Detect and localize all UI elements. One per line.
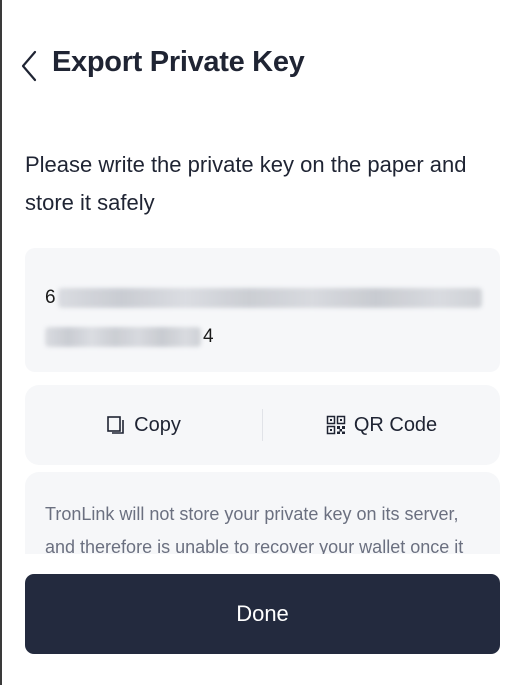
- copy-button[interactable]: Copy: [25, 385, 262, 465]
- private-key-end-char: 4: [203, 326, 214, 347]
- private-key-line-2: 4: [45, 322, 214, 352]
- window-edge: [0, 0, 2, 685]
- private-key-masked-segment: [45, 326, 201, 347]
- instruction-text: Please write the private key on the pape…: [25, 152, 467, 215]
- copy-label: Copy: [134, 413, 181, 436]
- page-title: Export Private Key: [52, 46, 305, 78]
- chevron-left-icon: [18, 48, 44, 84]
- private-key-box: 6 4: [25, 248, 500, 372]
- qr-code-button[interactable]: QR Code: [263, 385, 500, 465]
- done-label: Done: [236, 601, 289, 626]
- private-key-masked-segment: [57, 287, 482, 308]
- action-row: Copy QR Code: [25, 385, 500, 465]
- security-notice: TronLink will not store your private key…: [25, 472, 500, 554]
- done-button[interactable]: Done: [25, 574, 500, 654]
- qr-code-label: QR Code: [353, 413, 438, 436]
- back-button[interactable]: [18, 48, 44, 84]
- copy-icon: [106, 415, 126, 435]
- private-key-start-char: 6: [45, 287, 56, 308]
- header: Export Private Key: [0, 36, 520, 94]
- private-key-line-1: 6: [45, 283, 482, 313]
- notice-text: TronLink will not store your private key…: [45, 504, 464, 554]
- qr-code-icon: [326, 415, 346, 435]
